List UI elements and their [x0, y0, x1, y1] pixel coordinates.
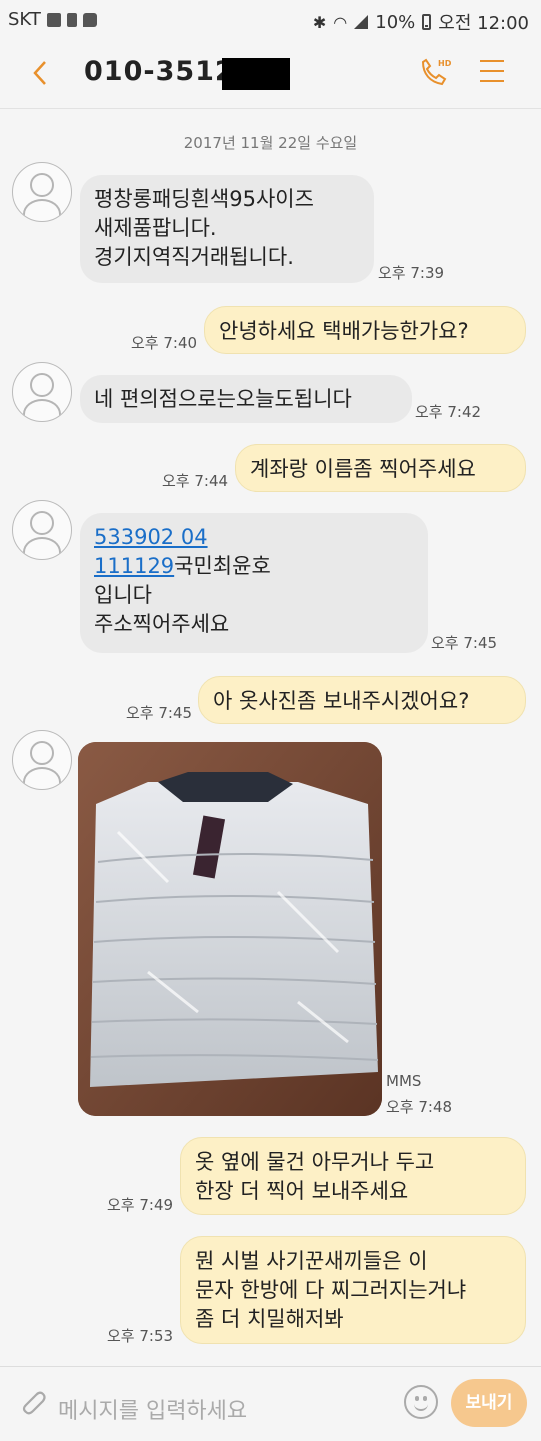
message-composer: 메시지를 입력하세요 보내기: [0, 1366, 541, 1441]
contact-avatar[interactable]: [12, 730, 72, 790]
message-time: 오후 7:40: [131, 334, 198, 352]
svg-text:HD: HD: [438, 59, 452, 68]
outgoing-message[interactable]: 안녕하세요 택배가능한가요?: [204, 306, 526, 354]
date-separator: 2017년 11월 22일 수요일: [183, 134, 358, 152]
attach-button[interactable]: [16, 1385, 50, 1419]
signal-icon: [354, 15, 369, 29]
padded-jacket-image: [78, 742, 382, 1116]
incoming-message[interactable]: 533902 04 111129국민최윤호 입니다 주소찍어주세요: [80, 513, 428, 653]
mms-photo[interactable]: [78, 742, 382, 1116]
outgoing-message[interactable]: 아 옷사진좀 보내주시겠어요?: [198, 676, 526, 724]
battery-percent: 10%: [375, 11, 416, 33]
battery-icon: [422, 14, 432, 30]
account-number-link[interactable]: 111129: [94, 554, 174, 578]
message-time: 오후 7:48: [386, 1098, 453, 1116]
incoming-message[interactable]: 네 편의점으로는오늘도됩니다: [80, 375, 412, 423]
contact-avatar[interactable]: [12, 162, 72, 222]
message-time: 오후 7:45: [431, 634, 498, 652]
menu-button[interactable]: [480, 60, 504, 84]
clock: 오전 12:00: [438, 13, 529, 34]
message-time: 오후 7:45: [126, 704, 193, 722]
alert-icon: [66, 12, 77, 27]
menu-icon: [480, 60, 504, 62]
send-button[interactable]: 보내기: [451, 1379, 527, 1427]
message-time: 오후 7:42: [415, 403, 482, 421]
paperclip-icon: [22, 1391, 46, 1415]
outgoing-message[interactable]: 옷 옆에 물건 아무거나 두고 한장 더 찍어 보내주세요: [180, 1137, 526, 1215]
contact-avatar[interactable]: [12, 500, 72, 560]
hd-call-button[interactable]: HD: [416, 54, 452, 90]
message-time: 오후 7:49: [107, 1196, 174, 1214]
conversation-header: 010-3512- HD: [0, 38, 541, 109]
smiley-icon: [414, 1402, 428, 1411]
message-time: 오후 7:39: [378, 264, 445, 282]
message-time: 오후 7:44: [162, 472, 229, 490]
outgoing-message[interactable]: 뭔 시벌 사기꾼새끼들은 이 문자 한방에 다 찌그러지는거냐 좀 더 치밀해저…: [180, 1236, 526, 1344]
status-bar: SKT ✱ ◠ 10% 오전 12:00: [0, 0, 541, 38]
back-button[interactable]: [30, 58, 50, 94]
outgoing-message[interactable]: 계좌랑 이름좀 찍어주세요: [235, 444, 526, 492]
carrier-label: SKT: [8, 9, 41, 30]
wifi-icon: ◠: [333, 12, 348, 32]
incoming-message[interactable]: 평창롱패딩흰색95사이즈 새제품팝니다. 경기지역직거래됩니다.: [80, 175, 374, 283]
bluetooth-icon: ✱: [312, 12, 327, 32]
phone-hd-icon: HD: [421, 58, 452, 86]
emoji-button[interactable]: [404, 1385, 438, 1419]
message-input[interactable]: 메시지를 입력하세요: [58, 1393, 247, 1425]
redaction-block: [222, 58, 290, 90]
message-time: 오후 7:53: [107, 1327, 174, 1345]
mms-label: MMS: [386, 1072, 422, 1090]
contact-avatar[interactable]: [12, 362, 72, 422]
chevron-left-icon: [33, 61, 46, 85]
message-notification-icon: [82, 12, 97, 27]
gallery-icon: [46, 12, 61, 27]
account-number-link[interactable]: 533902 04: [94, 525, 208, 549]
